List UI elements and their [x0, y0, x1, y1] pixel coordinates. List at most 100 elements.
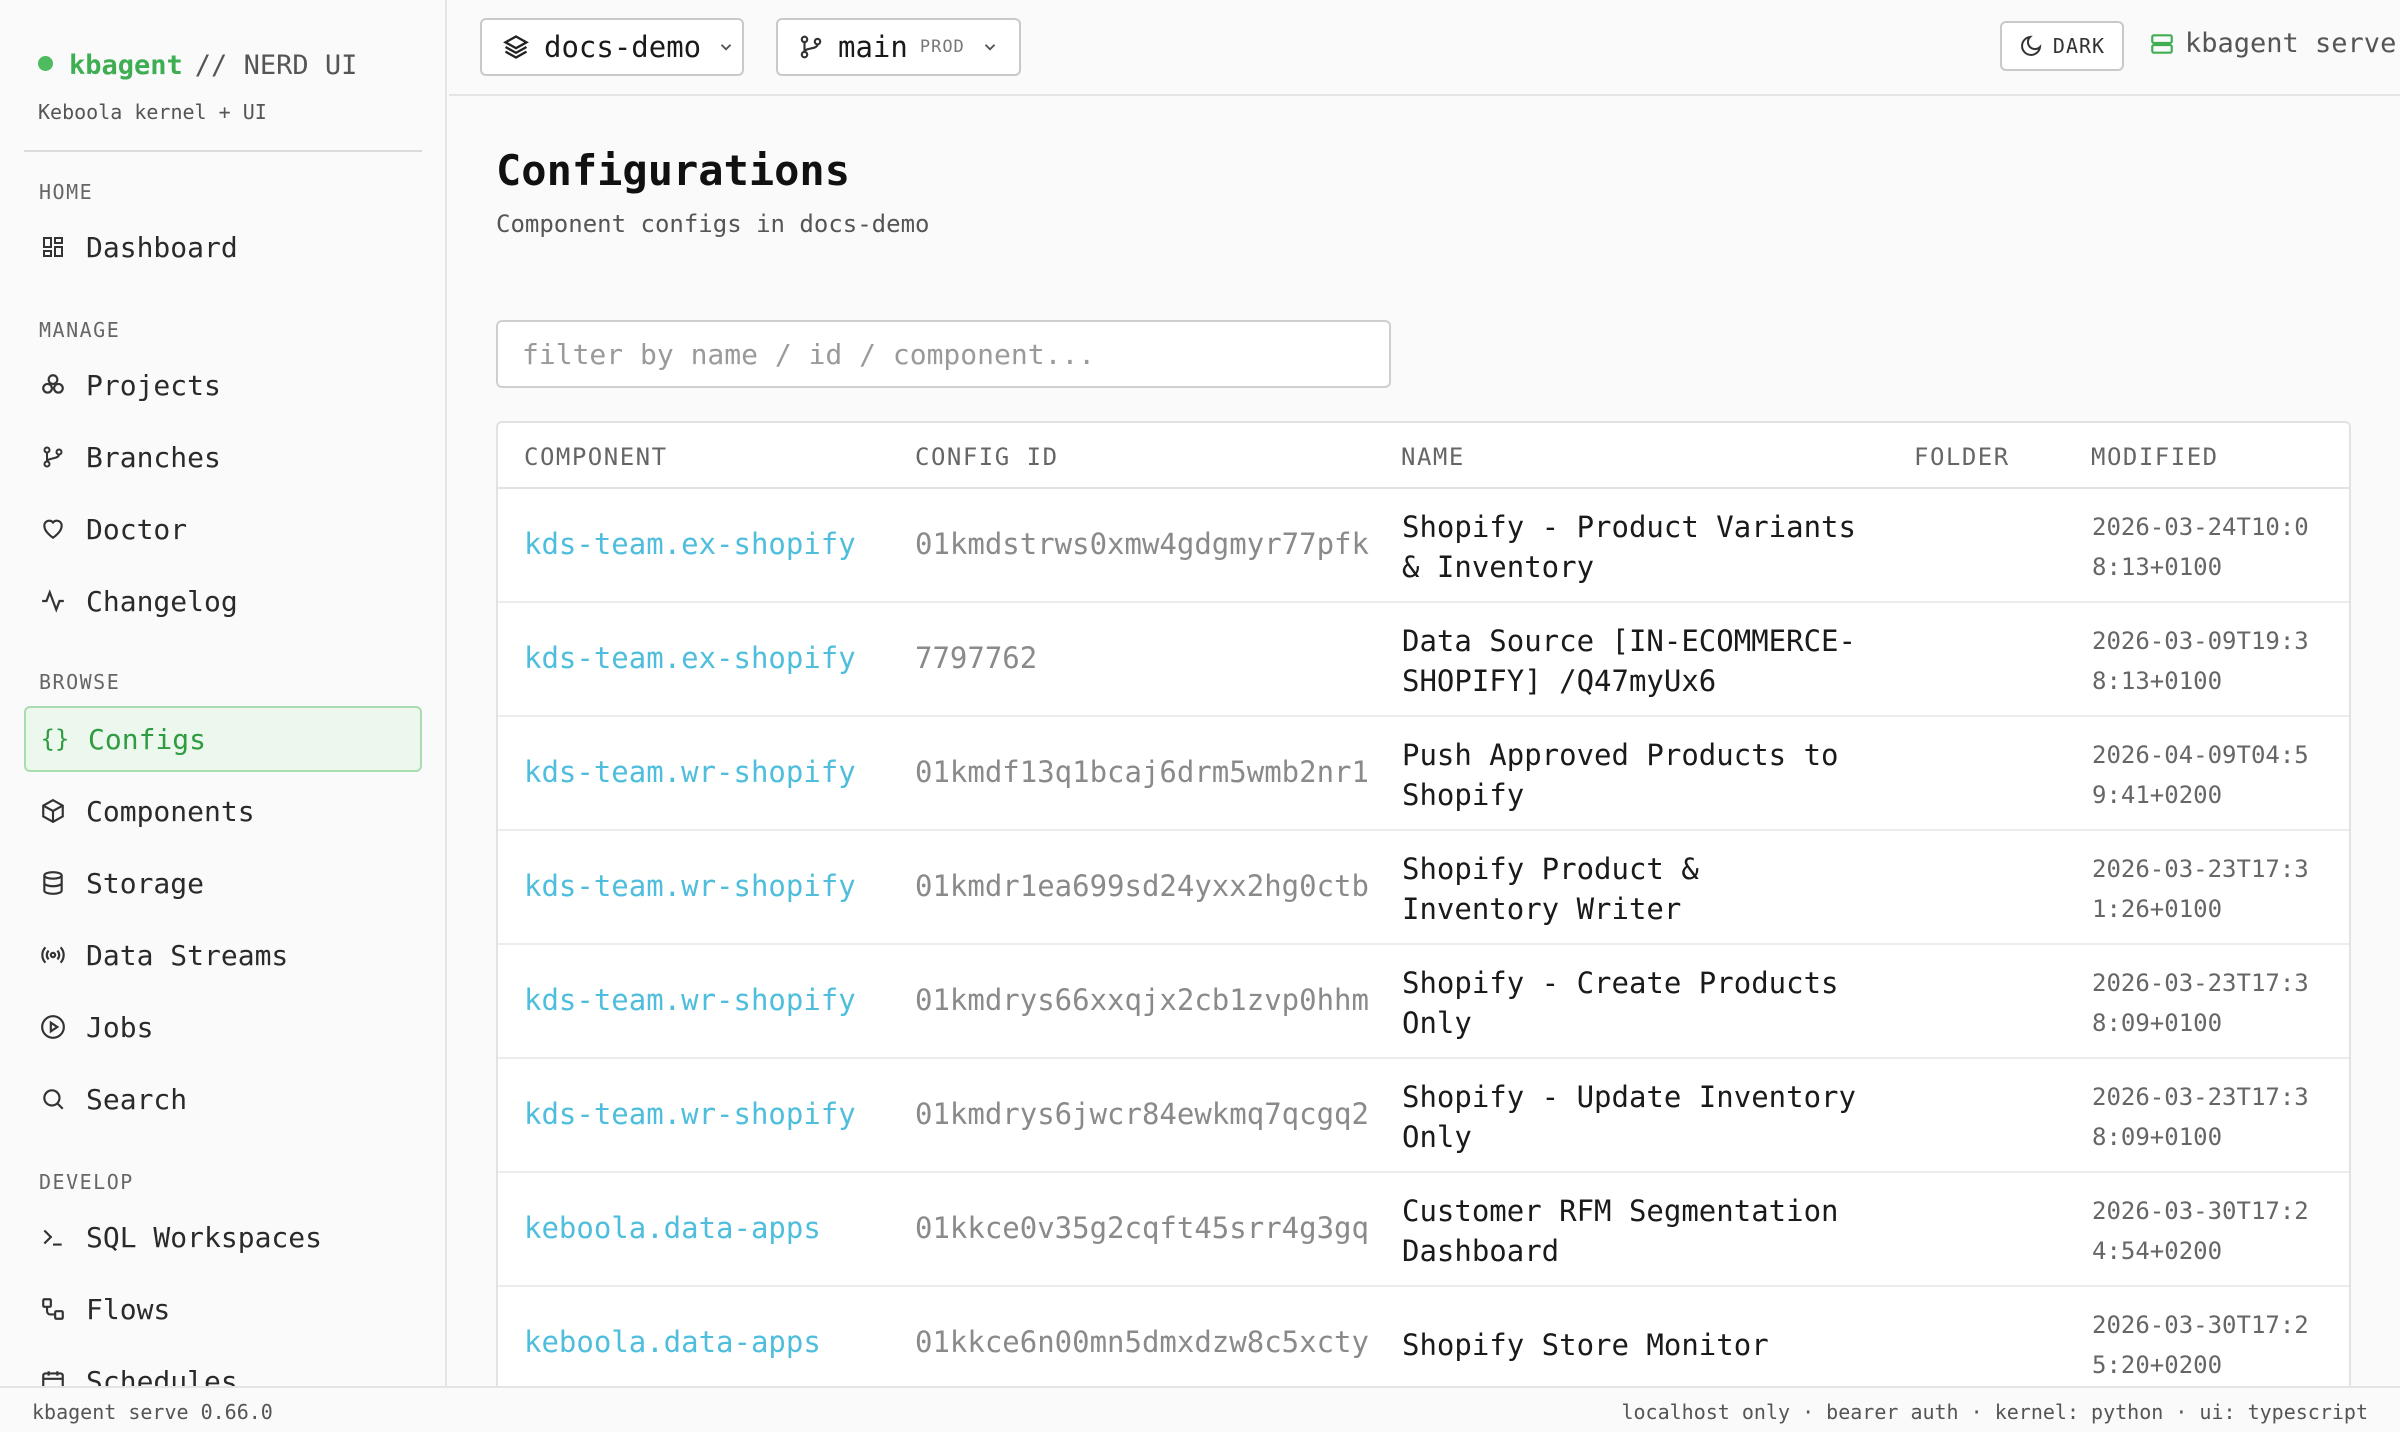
- terminal-icon: [40, 1224, 66, 1250]
- sidebar-item-label: Data Streams: [86, 938, 289, 972]
- column-header-component[interactable]: COMPONENT: [524, 443, 668, 471]
- section-label-manage: MANAGE: [39, 318, 121, 342]
- sidebar-item-jobs[interactable]: Jobs: [24, 994, 422, 1060]
- sidebar-item-label: Flows: [86, 1292, 171, 1326]
- sidebar-item-flows[interactable]: Flows: [24, 1276, 422, 1342]
- config-name: Shopify Store Monitor: [1402, 1328, 1769, 1362]
- configs-table: COMPONENT CONFIG ID NAME FOLDER MODIFIED…: [496, 421, 2351, 1421]
- config-id: 01kmdstrws0xmw4gdgmyr77pfk: [915, 527, 1369, 561]
- sidebar-item-configs[interactable]: {} Configs: [24, 706, 422, 772]
- component-link[interactable]: keboola.data-apps: [524, 1325, 821, 1359]
- section-label-home: HOME: [39, 180, 94, 204]
- modified-date: 2026-03-23T17:38:09+0100: [2092, 1083, 2309, 1151]
- column-header-modified[interactable]: MODIFIED: [2091, 443, 2219, 471]
- project-selector[interactable]: docs-demo: [480, 18, 744, 76]
- sidebar-item-label: Jobs: [86, 1010, 154, 1044]
- topbar: docs-demo main PROD DARK kbagent serve: [449, 0, 2400, 96]
- modified-date: 2026-03-23T17:31:26+0100: [2092, 855, 2309, 923]
- sidebar-item-branches[interactable]: Branches: [24, 424, 422, 490]
- sidebar-item-components[interactable]: Components: [24, 778, 422, 844]
- config-id: 01kmdf13q1bcaj6drm5wmb2nr1: [915, 755, 1369, 789]
- config-name: Shopify - Create Products Only: [1402, 966, 1839, 1040]
- brand[interactable]: kbagent // NERD UI: [38, 50, 357, 81]
- package-icon: [40, 798, 66, 824]
- component-link[interactable]: kds-team.wr-shopify: [524, 983, 856, 1017]
- project-name: docs-demo: [544, 30, 702, 64]
- config-id: 01kmdr1ea699sd24yxx2hg0ctb: [915, 869, 1369, 903]
- table-row[interactable]: kds-team.wr-shopify 01kmdrys6jwcr84ewkmq…: [498, 1059, 2349, 1173]
- filter-input[interactable]: [496, 320, 1391, 388]
- column-header-config-id[interactable]: CONFIG ID: [915, 443, 1059, 471]
- component-link[interactable]: kds-team.wr-shopify: [524, 755, 856, 789]
- sidebar-item-data-streams[interactable]: Data Streams: [24, 922, 422, 988]
- config-name: Shopify - Product Variants & Inventory: [1402, 510, 1856, 584]
- sidebar-item-doctor[interactable]: Doctor: [24, 496, 422, 562]
- sidebar-item-label: Branches: [86, 440, 221, 474]
- serve-status: kbagent serve: [2149, 28, 2396, 59]
- sidebar-item-label: Configs: [88, 722, 207, 756]
- search-icon: [40, 1086, 66, 1112]
- branch-selector[interactable]: main PROD: [776, 18, 1021, 76]
- component-link[interactable]: kds-team.wr-shopify: [524, 1097, 856, 1131]
- column-header-folder[interactable]: FOLDER: [1914, 443, 2010, 471]
- status-dot: [38, 56, 53, 71]
- table-row[interactable]: kds-team.ex-shopify 01kmdstrws0xmw4gdgmy…: [498, 489, 2349, 603]
- table-row[interactable]: kds-team.wr-shopify 01kmdrys66xxqjx2cb1z…: [498, 945, 2349, 1059]
- config-id: 01kmdrys6jwcr84ewkmq7qcgq2: [915, 1097, 1369, 1131]
- component-link[interactable]: keboola.data-apps: [524, 1211, 821, 1245]
- config-name: Shopify Product & Inventory Writer: [1402, 852, 1699, 926]
- config-id: 01kkce0v35g2cqft45srr4g3gq: [915, 1211, 1369, 1245]
- projects-icon: [40, 372, 66, 398]
- sidebar-item-changelog[interactable]: Changelog: [24, 568, 422, 634]
- brand-tag: // NERD UI: [194, 50, 358, 81]
- component-link[interactable]: kds-team.wr-shopify: [524, 869, 856, 903]
- moon-icon: [2019, 34, 2043, 58]
- modified-date: 2026-03-23T17:38:09+0100: [2092, 969, 2309, 1037]
- sidebar-item-label: Schedules: [86, 1364, 238, 1387]
- config-name: Data Source [IN-ECOMMERCE-SHOPIFY] /Q47m…: [1402, 624, 1856, 698]
- branch-tag: PROD: [919, 37, 965, 57]
- table-row[interactable]: kds-team.wr-shopify 01kmdf13q1bcaj6drm5w…: [498, 717, 2349, 831]
- braces-icon: {}: [40, 725, 70, 753]
- sidebar-item-label: Projects: [86, 368, 221, 402]
- table-header: COMPONENT CONFIG ID NAME FOLDER MODIFIED: [498, 423, 2349, 489]
- column-header-name[interactable]: NAME: [1401, 443, 1465, 471]
- radio-icon: [40, 942, 66, 968]
- serve-label: kbagent serve: [2185, 28, 2397, 59]
- calendar-icon: [40, 1368, 66, 1386]
- config-id: 01kkce6n00mn5dmxdzw8c5xcty: [915, 1325, 1369, 1359]
- sidebar-item-label: Dashboard: [86, 230, 238, 264]
- activity-icon: [40, 588, 66, 614]
- brand-subtitle: Keboola kernel + UI: [38, 100, 267, 124]
- sidebar-item-label: Storage: [86, 866, 205, 900]
- sidebar-item-projects[interactable]: Projects: [24, 352, 422, 418]
- component-link[interactable]: kds-team.ex-shopify: [524, 527, 856, 561]
- sidebar-item-label: Changelog: [86, 584, 238, 618]
- sidebar: kbagent // NERD UI Keboola kernel + UI HO…: [0, 0, 447, 1386]
- section-label-browse: BROWSE: [39, 670, 121, 694]
- config-name: Push Approved Products to Shopify: [1402, 738, 1839, 812]
- branch-name: main: [838, 30, 908, 64]
- version-label: kbagent serve 0.66.0: [32, 1400, 273, 1424]
- config-name: Customer RFM Segmentation Dashboard: [1402, 1194, 1839, 1268]
- sidebar-item-search[interactable]: Search: [24, 1066, 422, 1132]
- component-link[interactable]: kds-team.ex-shopify: [524, 641, 856, 675]
- brand-name: kbagent: [69, 50, 183, 81]
- modified-date: 2026-03-24T10:08:13+0100: [2092, 513, 2309, 581]
- modified-date: 2026-04-09T04:59:41+0200: [2092, 741, 2309, 809]
- theme-toggle-button[interactable]: DARK: [2000, 21, 2124, 71]
- sidebar-item-storage[interactable]: Storage: [24, 850, 422, 916]
- table-row[interactable]: keboola.data-apps 01kkce6n00mn5dmxdzw8c5…: [498, 1287, 2349, 1401]
- table-row[interactable]: keboola.data-apps 01kkce0v35g2cqft45srr4…: [498, 1173, 2349, 1287]
- sidebar-item-sql-workspaces[interactable]: SQL Workspaces: [24, 1204, 422, 1270]
- page-subtitle: Component configs in docs-demo: [496, 210, 930, 238]
- config-name: Shopify - Update Inventory Only: [1402, 1080, 1856, 1154]
- git-branch-icon: [798, 34, 824, 60]
- modified-date: 2026-03-30T17:24:54+0200: [2092, 1197, 2309, 1265]
- table-row[interactable]: kds-team.wr-shopify 01kmdr1ea699sd24yxx2…: [498, 831, 2349, 945]
- flow-icon: [40, 1296, 66, 1322]
- table-row[interactable]: kds-team.ex-shopify 7797762 Data Source …: [498, 603, 2349, 717]
- server-icon: [2149, 31, 2175, 57]
- sidebar-item-dashboard[interactable]: Dashboard: [24, 214, 422, 280]
- sidebar-item-schedules[interactable]: Schedules: [24, 1348, 422, 1386]
